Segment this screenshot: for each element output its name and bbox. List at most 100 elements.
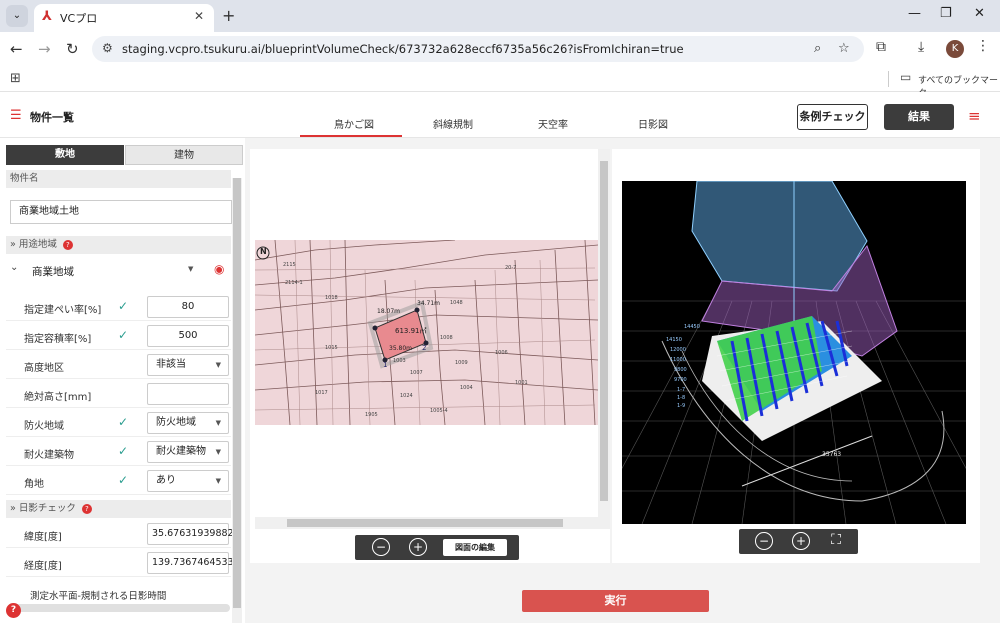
field-label: 耐火建築物	[24, 450, 74, 461]
cadastral-map[interactable]: N 613.91㎡ 18.07m 34.71m 35.80m 1 2 2115 …	[255, 240, 598, 425]
run-button[interactable]: 実行	[522, 590, 709, 612]
shadow-check-header[interactable]: » 日影チェック ?	[6, 500, 231, 518]
field-row-corner-lot: 角地 ✓ あり ▼	[6, 467, 231, 495]
far-input[interactable]: 500	[147, 325, 229, 347]
parcel-label: 1004	[460, 385, 473, 391]
field-label: 指定建ぺい率[%]	[24, 305, 102, 316]
hamburger-menu-icon[interactable]: ≡	[968, 107, 981, 125]
result-button[interactable]: 結果	[884, 104, 954, 130]
apps-grid-icon[interactable]: ⊞	[10, 71, 21, 86]
fullscreen-icon[interactable]: ⛶	[827, 532, 845, 550]
3d-viewer[interactable]: 35763 14450 14150 12000 11000 9800 9700 …	[622, 181, 966, 524]
forward-arrow-icon[interactable]: →	[38, 40, 51, 58]
site-info-icon[interactable]: ⚙	[102, 41, 113, 55]
field-row-far: 指定容積率[%] ✓ 500	[6, 322, 231, 350]
chevron-down-icon[interactable]: ⌄	[10, 262, 18, 273]
height-label: 9700	[674, 377, 687, 383]
use-zone-row[interactable]: ⌄ 商業地域 ▼ ◉	[6, 258, 231, 282]
map-toolbar: − + 図面の編集	[355, 535, 519, 560]
zoom-out-icon[interactable]: −	[755, 532, 773, 550]
left-vertical-scrollbar[interactable]	[232, 178, 242, 623]
shadow-check-label: 日影チェック	[18, 503, 76, 514]
tab-shasen[interactable]: 斜線規制	[433, 116, 473, 131]
help-icon[interactable]: ?	[81, 503, 92, 514]
tab-close-icon[interactable]: ✕	[194, 9, 204, 23]
bookmark-star-icon[interactable]: ☆	[838, 41, 850, 56]
abs-height-input[interactable]	[147, 383, 229, 405]
new-tab-button[interactable]: +	[222, 6, 235, 25]
edge-label-bottom: 35.80m	[389, 345, 413, 352]
extensions-icon[interactable]: ⧉	[876, 39, 886, 55]
property-name-field[interactable]: 商業地域土地	[10, 200, 232, 224]
tab-nichiei[interactable]: 日影図	[638, 116, 668, 131]
measure-plane-label: 測定水平面-規制される日影時間	[30, 591, 167, 602]
3d-toolbar: − + ⛶	[739, 529, 858, 554]
parcel-label: 1048	[450, 300, 463, 306]
edit-drawing-button[interactable]: 図面の編集	[443, 539, 507, 556]
latitude-input[interactable]: 35.67631939882	[147, 523, 234, 545]
tab-site[interactable]: 敷地	[6, 145, 124, 165]
property-list-link[interactable]: 物件一覧	[30, 109, 74, 125]
property-name-header: 物件名	[6, 170, 231, 188]
longitude-input[interactable]: 139.7367464533	[147, 552, 234, 574]
corner-label: 1	[383, 361, 388, 369]
use-zone-value: 商業地域	[32, 266, 74, 278]
3d-dimension-label: 35763	[822, 451, 842, 458]
maximize-button[interactable]: ❐	[940, 6, 952, 21]
coverage-input[interactable]: 80	[147, 296, 229, 318]
tab-torikago[interactable]: 鳥かご図	[334, 116, 374, 131]
height-label: 14450	[684, 324, 700, 330]
zoom-icon[interactable]: ⌕	[814, 41, 821, 56]
parcel-label: 1015	[325, 345, 338, 351]
zoom-out-icon[interactable]: −	[372, 538, 390, 556]
zoom-in-icon[interactable]: +	[792, 532, 810, 550]
map-pin-icon[interactable]: ◉	[214, 262, 224, 276]
parcel-label: 1009	[455, 360, 468, 366]
tab-building[interactable]: 建物	[125, 145, 243, 165]
check-icon: ✓	[118, 444, 129, 458]
left-horizontal-scrollbar[interactable]	[10, 604, 230, 612]
parcel-label: 1007	[410, 370, 423, 376]
scrollbar-thumb[interactable]	[600, 161, 608, 501]
help-fab-icon[interactable]: ?	[6, 603, 21, 618]
url-field[interactable]: ⚙ staging.vcpro.tsukuru.ai/blueprintVolu…	[92, 36, 864, 62]
field-row-latitude: 緯度[度] 35.67631939882	[6, 520, 234, 548]
address-bar: ← → ↻ ⚙ staging.vcpro.tsukuru.ai/bluepri…	[0, 32, 1000, 66]
parcel-label: 1006	[495, 350, 508, 356]
reload-icon[interactable]: ↻	[66, 40, 79, 58]
list-icon[interactable]: ☰	[10, 108, 22, 123]
height-label: 1-9	[677, 403, 686, 409]
ordinance-check-button[interactable]: 条例チェック	[797, 104, 868, 130]
download-icon[interactable]: ⤓	[918, 39, 924, 55]
fire-zone-select[interactable]: 防火地域 ▼	[147, 412, 229, 434]
field-row-coverage: 指定建ぺい率[%] ✓ 80	[6, 293, 231, 321]
profile-avatar[interactable]: K	[946, 40, 964, 58]
zoom-in-icon[interactable]: +	[409, 538, 427, 556]
scrollbar-thumb[interactable]	[233, 178, 241, 608]
height-district-select[interactable]: 非該当 ▼	[147, 354, 229, 376]
tab-search-dropdown[interactable]: ⌄	[6, 5, 28, 27]
use-zone-header[interactable]: » 用途地域 ?	[6, 236, 231, 254]
dropdown-caret-icon: ▼	[215, 477, 221, 485]
browser-menu-icon[interactable]: ⋮	[976, 38, 990, 54]
back-arrow-icon[interactable]: ←	[10, 40, 23, 58]
parcel-label: 2115	[283, 262, 296, 268]
close-window-button[interactable]: ✕	[974, 6, 985, 21]
fireproof-select[interactable]: 耐火建築物 ▼	[147, 441, 229, 463]
check-icon: ✓	[118, 415, 129, 429]
field-label: 指定容積率[%]	[24, 334, 92, 345]
field-label: 高度地区	[24, 363, 64, 374]
map-vertical-scrollbar[interactable]	[598, 149, 610, 517]
scrollbar-thumb[interactable]	[287, 519, 563, 527]
tab-tenkuritsu[interactable]: 天空率	[538, 116, 568, 131]
height-label: 1-8	[677, 395, 686, 401]
parcel-label: 20-7	[505, 265, 517, 271]
folder-icon: ▭	[900, 70, 912, 84]
corner-lot-select[interactable]: あり ▼	[147, 470, 229, 492]
parcel-label: 1024	[400, 393, 413, 399]
dropdown-caret-icon[interactable]: ▼	[188, 265, 193, 273]
map-horizontal-scrollbar[interactable]	[255, 517, 610, 529]
help-icon[interactable]: ?	[62, 239, 73, 250]
browser-tab-active[interactable]: ⅄ VCプロ ✕	[34, 4, 214, 32]
minimize-button[interactable]: —	[908, 6, 921, 21]
